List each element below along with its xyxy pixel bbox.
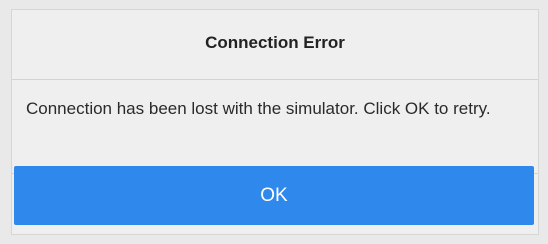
dialog-title: Connection Error: [205, 32, 345, 52]
dialog-header: Connection Error: [12, 10, 538, 80]
dialog-body: Connection has been lost with the simula…: [12, 80, 538, 174]
dialog-message: Connection has been lost with the simula…: [26, 99, 491, 118]
ok-button[interactable]: OK: [14, 166, 534, 225]
